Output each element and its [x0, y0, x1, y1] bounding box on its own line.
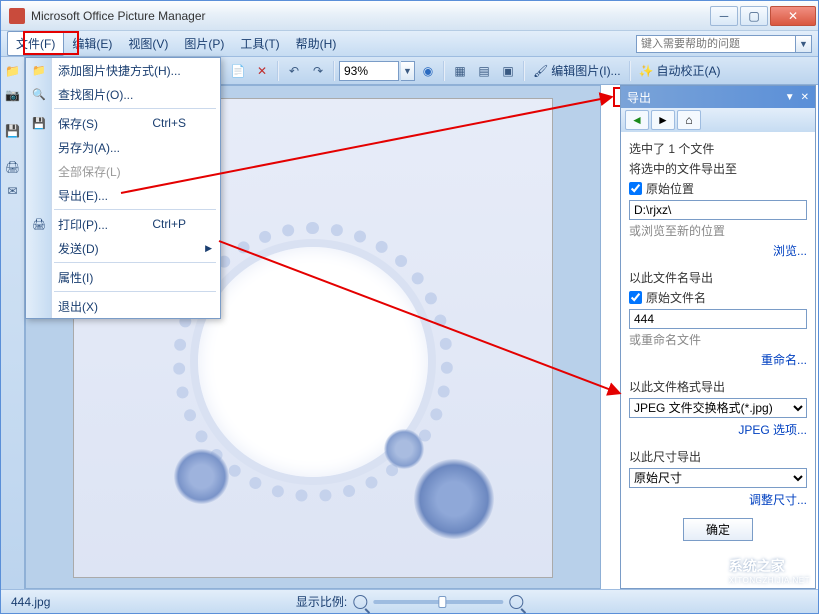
status-filename: 444.jpg — [11, 595, 50, 609]
folder-icon: 📁 — [31, 62, 47, 78]
delete-icon[interactable]: ✕ — [251, 60, 273, 82]
separator — [443, 61, 445, 81]
export-size-label: 以此尺寸导出 — [629, 448, 807, 465]
zoom-out-icon[interactable] — [353, 595, 367, 609]
help-icon[interactable]: ◉ — [417, 60, 439, 82]
size-select[interactable]: 原始尺寸 — [629, 468, 807, 488]
nav-home-icon[interactable]: ⌂ — [677, 110, 701, 130]
app-icon — [9, 8, 25, 24]
resize-link[interactable]: 调整尺寸... — [629, 491, 807, 508]
menu-item-print[interactable]: 🖨打印(P)...Ctrl+P — [26, 212, 220, 236]
menu-file[interactable]: 文件(F) — [7, 31, 64, 56]
zoom-slider[interactable] — [373, 600, 503, 604]
menu-item-send[interactable]: 发送(D)▶ — [26, 236, 220, 260]
rename-link[interactable]: 重命名... — [629, 351, 807, 368]
menu-item-save[interactable]: 💾保存(S)Ctrl+S — [26, 111, 220, 135]
print-icon[interactable]: 🖨 — [3, 157, 23, 177]
save-icon: 💾 — [31, 115, 47, 131]
minimize-button[interactable]: ─ — [710, 6, 738, 26]
orig-location-checkbox[interactable] — [629, 182, 642, 195]
mail-icon[interactable]: ✉ — [3, 181, 23, 201]
single-view-icon[interactable]: ▣ — [497, 60, 519, 82]
folder-shortcut-icon[interactable]: 📁 — [3, 61, 23, 81]
menu-item-add-shortcut[interactable]: 📁添加图片快捷方式(H)... — [26, 58, 220, 82]
edit-pictures-button[interactable]: 🖌编辑图片(I)... — [529, 62, 625, 79]
menu-picture[interactable]: 图片(P) — [176, 32, 232, 55]
menu-item-find-pictures[interactable]: 🔍查找图片(O)... — [26, 82, 220, 106]
export-name-label: 以此文件名导出 — [629, 269, 807, 286]
task-pane-title: 导出 — [627, 89, 651, 106]
thumbs-view-icon[interactable]: ▦ — [449, 60, 471, 82]
orig-location-label: 原始位置 — [646, 180, 694, 197]
search-icon: 🔍 — [31, 86, 47, 102]
left-strip: 📁 📷 💾 🖨 ✉ — [1, 57, 25, 589]
statusbar: 444.jpg 显示比例: — [1, 589, 818, 613]
undo-icon[interactable]: ↶ — [283, 60, 305, 82]
zoom-combo[interactable]: 93% — [339, 61, 399, 81]
export-format-label: 以此文件格式导出 — [629, 378, 807, 395]
paste-icon[interactable]: 📄 — [227, 60, 249, 82]
menu-edit[interactable]: 编辑(E) — [64, 32, 120, 55]
menu-help[interactable]: 帮助(H) — [288, 32, 345, 55]
save-icon[interactable]: 💾 — [3, 121, 23, 141]
format-select[interactable]: JPEG 文件交换格式(*.jpg) — [629, 398, 807, 418]
task-pane: 导出 ▼ ✕ ◄ ► ⌂ 选中了 1 个文件 将选中的文件导出至 原始位置 或浏览… — [620, 85, 816, 589]
redo-icon[interactable]: ↷ — [307, 60, 329, 82]
jpeg-options-link[interactable]: JPEG 选项... — [629, 421, 807, 438]
separator — [333, 61, 335, 81]
menu-item-export[interactable]: 导出(E)... — [26, 183, 220, 207]
window-title: Microsoft Office Picture Manager — [31, 9, 710, 23]
zoom-in-icon[interactable] — [509, 595, 523, 609]
separator — [277, 61, 279, 81]
auto-correct-button[interactable]: ✨自动校正(A) — [635, 62, 725, 79]
zoom-dropdown[interactable]: ▼ — [401, 61, 415, 81]
orig-name-label: 原始文件名 — [646, 289, 706, 306]
chevron-right-icon: ▶ — [205, 243, 212, 254]
task-pane-header: 导出 ▼ ✕ — [621, 86, 815, 108]
close-button[interactable]: ✕ — [770, 6, 816, 26]
export-name-input[interactable] — [629, 309, 807, 329]
browse-link[interactable]: 浏览... — [629, 242, 807, 259]
menu-item-exit[interactable]: 退出(X) — [26, 294, 220, 318]
print-icon: 🖨 — [31, 216, 47, 232]
help-search-input[interactable] — [636, 35, 796, 53]
task-pane-close-icon[interactable]: ✕ — [801, 92, 809, 103]
watermark: 系统之家XITONGZHIJIA.NET — [697, 556, 810, 585]
selection-count: 选中了 1 个文件 — [629, 140, 807, 157]
menu-view[interactable]: 视图(V) — [120, 32, 176, 55]
maximize-button[interactable]: ▢ — [740, 6, 768, 26]
ok-button[interactable]: 确定 — [683, 518, 753, 541]
separator — [629, 61, 631, 81]
search-icon[interactable]: 📷 — [3, 85, 23, 105]
watermark-logo-icon — [697, 560, 723, 582]
menu-item-save-all: 全部保存(L) — [26, 159, 220, 183]
nav-back-icon[interactable]: ◄ — [625, 110, 649, 130]
help-search-dropdown[interactable]: ▼ — [796, 35, 812, 53]
menubar: 文件(F) 编辑(E) 视图(V) 图片(P) 工具(T) 帮助(H) ▼ — [1, 31, 818, 57]
task-pane-nav: ◄ ► ⌂ — [621, 108, 815, 132]
filmstrip-view-icon[interactable]: ▤ — [473, 60, 495, 82]
task-pane-dropdown-icon[interactable]: ▼ — [785, 92, 795, 103]
menu-tools[interactable]: 工具(T) — [232, 32, 287, 55]
menu-item-save-as[interactable]: 另存为(A)... — [26, 135, 220, 159]
file-menu-popup: 📁添加图片快捷方式(H)... 🔍查找图片(O)... 💾保存(S)Ctrl+S… — [25, 57, 221, 319]
titlebar: Microsoft Office Picture Manager ─ ▢ ✕ — [1, 1, 818, 31]
export-to-label: 将选中的文件导出至 — [629, 160, 807, 177]
separator — [523, 61, 525, 81]
rename-hint: 或重命名文件 — [629, 331, 807, 348]
export-path-input[interactable] — [629, 200, 807, 220]
orig-name-checkbox[interactable] — [629, 291, 642, 304]
menu-item-properties[interactable]: 属性(I) — [26, 265, 220, 289]
nav-forward-icon[interactable]: ► — [651, 110, 675, 130]
browse-hint: 或浏览至新的位置 — [629, 222, 807, 239]
zoom-label: 显示比例: — [296, 593, 347, 610]
